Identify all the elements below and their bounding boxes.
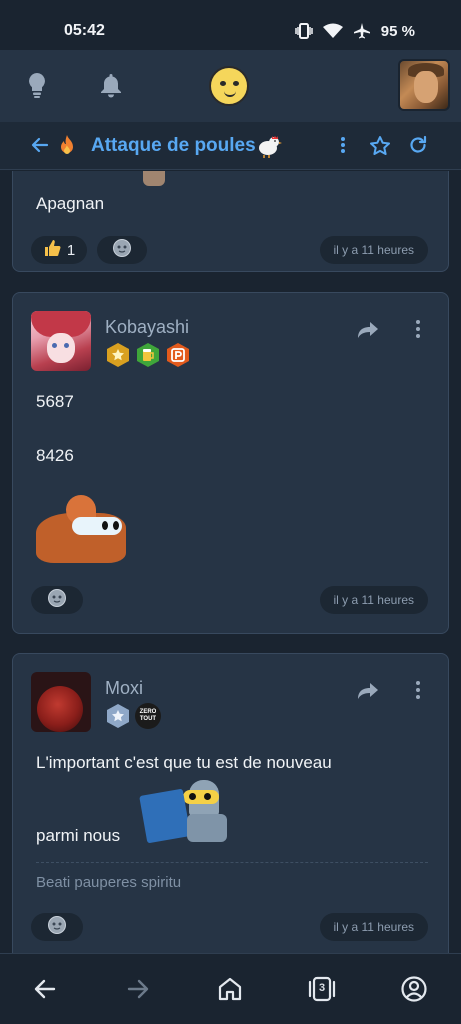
badge-line: TOUT <box>139 716 157 722</box>
fire-icon <box>58 134 76 161</box>
zero-tout-badge: ZERO TOUT <box>135 703 161 729</box>
message-time[interactable]: il y a 11 heures <box>319 586 428 614</box>
add-reaction-button[interactable] <box>97 236 147 264</box>
emoji-face-icon <box>47 588 67 612</box>
status-time: 05:42 <box>64 22 105 39</box>
message-card: Apagnan 1 il y a 11 heures <box>12 171 449 272</box>
top-app-bar <box>0 50 461 122</box>
status-icons: 95 % <box>295 22 415 40</box>
p-badge <box>167 343 189 367</box>
message-menu-icon[interactable] <box>414 680 422 705</box>
username[interactable]: Kobayashi <box>105 317 189 338</box>
topic-menu-icon[interactable] <box>335 135 351 160</box>
share-icon[interactable] <box>356 681 380 706</box>
message-text: L'important c'est que tu est de nouveau <box>36 753 332 772</box>
emoji-face-icon <box>47 915 67 939</box>
add-reaction-button[interactable] <box>31 913 83 941</box>
message-time[interactable]: il y a 11 heures <box>319 913 428 941</box>
vibrate-icon <box>295 23 313 39</box>
add-reaction-button[interactable] <box>31 586 83 614</box>
home-icon[interactable] <box>215 974 245 1004</box>
message-text: Apagnan <box>36 194 105 213</box>
tabs-icon[interactable]: 3 <box>307 974 337 1004</box>
smiley-logo[interactable] <box>209 66 249 106</box>
message-card: Kobayashi 5687 8426 il y a 11 heures <box>12 292 449 634</box>
signature-divider <box>36 862 428 863</box>
battery-level: 95 % <box>380 22 415 40</box>
reaction-thumbs-up[interactable]: 1 <box>31 236 87 264</box>
message-text: parmi nous <box>36 826 121 845</box>
topic-title[interactable]: Attaque de poules <box>91 135 256 157</box>
message-time[interactable]: il y a 11 heures <box>319 236 428 264</box>
gold-star-badge <box>107 343 129 367</box>
chicken-icon <box>256 134 282 163</box>
username[interactable]: Moxi <box>105 678 143 699</box>
badge-line: ZERO <box>139 709 157 715</box>
message-menu-icon[interactable] <box>414 319 422 344</box>
cat-sticker <box>143 171 165 186</box>
tab-count: 3 <box>319 982 326 994</box>
refresh-icon[interactable] <box>408 135 428 160</box>
reaction-count: 1 <box>66 241 76 259</box>
message-feed[interactable]: Apagnan 1 il y a 11 heures Kobayashi 568… <box>0 171 461 953</box>
bottom-navigation: 3 <box>0 953 461 1024</box>
forward-icon[interactable] <box>123 974 153 1004</box>
beer-badge <box>137 343 159 367</box>
thumbs-up-icon <box>43 239 61 261</box>
message-card: Moxi ZERO TOUT L'important c'est que tu … <box>12 653 449 953</box>
status-bar: 05:42 95 % <box>0 0 461 50</box>
star-icon[interactable] <box>369 135 391 162</box>
bender-sticker <box>139 774 229 844</box>
share-icon[interactable] <box>356 320 380 345</box>
sticker-image <box>36 495 126 563</box>
message-text: 8426 <box>36 446 74 465</box>
topic-bar: Attaque de poules <box>0 122 461 170</box>
lightbulb-icon[interactable] <box>22 70 52 100</box>
bell-icon[interactable] <box>96 70 126 100</box>
silver-star-badge <box>107 704 129 728</box>
user-avatar[interactable] <box>31 311 91 371</box>
emoji-face-icon <box>112 238 132 262</box>
wifi-icon <box>322 23 343 38</box>
back-arrow-icon[interactable] <box>30 135 50 160</box>
message-text: 5687 <box>36 392 74 411</box>
user-avatar[interactable] <box>31 672 91 732</box>
airplane-icon <box>353 23 370 39</box>
back-icon[interactable] <box>30 974 60 1004</box>
account-icon[interactable] <box>399 974 429 1004</box>
user-signature: Beati pauperes spiritu <box>36 874 182 891</box>
user-avatar[interactable] <box>398 59 450 111</box>
